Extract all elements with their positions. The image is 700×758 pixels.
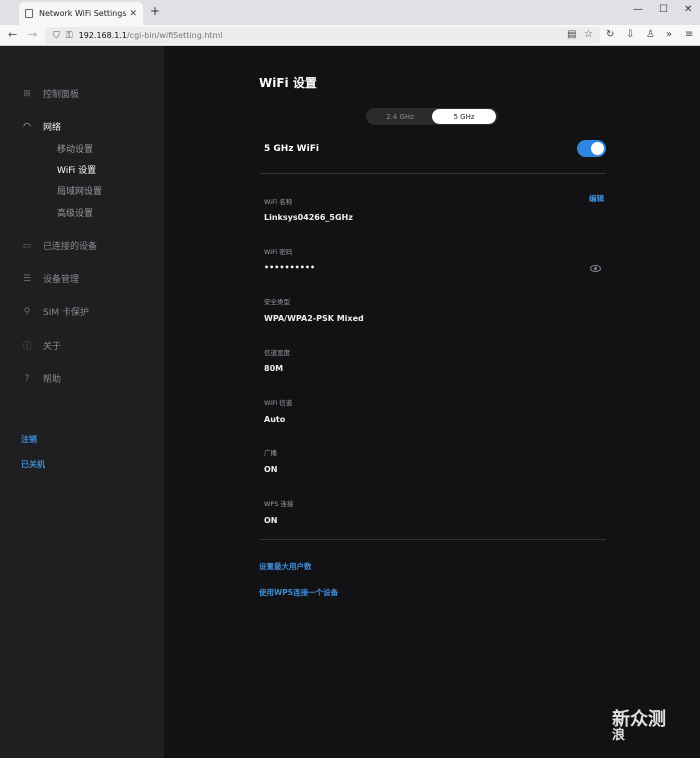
field-label-security: 安全类型 [264,298,290,306]
field-label-broadcast: 广播 [264,449,277,457]
tab-title: Network WiFi Settings [39,9,127,18]
account-icon[interactable]: ♙ [646,29,655,40]
toggle-knob [591,142,604,155]
field-label-password: WiFi 密码 [264,248,293,256]
field-label-ssid: WiFi 名称 [264,198,293,206]
sidebar-sub-wifi-settings[interactable]: WiFi 设置 [57,163,96,176]
url-path: /cgi-bin/wifiSetting.html [126,31,223,40]
wifi-icon: ◠ [23,121,31,132]
eye-icon[interactable] [590,265,601,272]
sidebar-item-help[interactable]: ? 帮助 [21,372,62,386]
sidebar: ⊞ 控制面板 ◠ 网络 移动设置 WiFi 设置 局域网设置 高级设置 ▭ 已连… [0,46,164,758]
new-tab-icon[interactable]: + [150,4,160,18]
devices-icon: ▭ [22,240,32,251]
sidebar-item-label: 关于 [43,342,62,352]
field-value-channel: Auto [264,415,286,424]
reader-icon[interactable]: ▤ [567,29,576,40]
sidebar-item-network[interactable]: ◠ 网络 [21,120,62,134]
field-value-broadcast: ON [264,465,278,474]
field-value-wps: ON [264,516,278,525]
max-users-link[interactable]: 设置最大用户数 [259,561,312,572]
forward-icon[interactable]: → [28,28,37,41]
divider [260,173,606,174]
watermark-char-2: 浪 [612,728,626,743]
field-label-channel-width: 信道宽度 [264,349,290,357]
sidebar-item-about[interactable]: ⓘ 关于 [21,339,61,352]
lock-icon[interactable]: ⚿ [66,31,73,41]
edit-link[interactable]: 编辑 [589,193,604,204]
sidebar-item-label: SIM 卡保护 [43,308,89,318]
address-bar-row: ← → ⛉ ⚿ 192.168.1.1/cgi-bin/wifiSetting.… [0,25,700,46]
maximize-icon[interactable]: ☐ [659,4,668,15]
band-option-2-4ghz[interactable]: 2.4 GHz [368,109,432,124]
divider [260,539,606,540]
shield-icon[interactable]: ⛉ [53,31,60,41]
help-icon: ? [24,373,30,384]
wps-connect-link[interactable]: 使用WPS连接一个设备 [259,587,338,598]
url-host: 192.168.1.1 [78,31,127,40]
logout-link[interactable]: 注销 [21,434,37,445]
sidebar-item-label: 控制面板 [43,90,80,100]
info-icon: ⓘ [22,342,32,352]
minimize-icon[interactable]: — [633,4,643,15]
band-selector: 2.4 GHz 5 GHz [366,108,498,125]
watermark: 新众测 浪 [612,709,666,744]
band-option-5ghz[interactable]: 5 GHz [432,109,496,124]
sidebar-item-device-management[interactable]: ☰ 设备管理 [21,272,80,286]
field-label-channel: WiFi 信道 [264,399,293,407]
sync-icon[interactable]: ↻ [606,29,614,40]
downloads-icon[interactable]: ⇩ [626,29,634,40]
sidebar-item-sim-protection[interactable]: ⚲ SIM 卡保护 [21,305,89,319]
wifi-toggle-label: 5 GHz WiFi [264,144,319,154]
shutdown-link[interactable]: 已关机 [21,459,45,470]
field-value-password: •••••••••• [264,263,316,272]
sidebar-sub-mobile-settings[interactable]: 移动设置 [57,142,93,155]
sidebar-item-dashboard[interactable]: ⊞ 控制面板 [21,87,80,101]
lock-icon: ⚲ [23,306,31,317]
field-label-wps: WPS 连接 [264,500,294,508]
main-panel: WiFi 设置 2.4 GHz 5 GHz 5 GHz WiFi 编辑 WiFi… [164,46,700,758]
page-title: WiFi 设置 [259,76,317,90]
watermark-char-3: 众测 [630,709,666,730]
bookmark-icon[interactable]: ☆ [584,29,593,40]
extensions-icon[interactable]: » [666,29,672,40]
page-icon [25,9,33,18]
sidebar-sub-lan-settings[interactable]: 局域网设置 [57,184,102,197]
field-value-security: WPA/WPA2-PSK Mixed [264,314,364,323]
sidebar-item-label: 帮助 [43,375,62,385]
browser-tab[interactable]: Network WiFi Settings ✕ [19,2,143,25]
browser-tab-strip: Network WiFi Settings ✕ + — ☐ ✕ [0,0,700,25]
wifi-toggle[interactable] [577,140,606,157]
sidebar-item-label: 设备管理 [43,275,80,285]
close-window-icon[interactable]: ✕ [684,4,692,15]
field-value-channel-width: 80M [264,364,284,373]
sidebar-sub-advanced-settings[interactable]: 高级设置 [57,206,93,219]
watermark-char-1: 新 [612,709,630,730]
dashboard-icon: ⊞ [23,88,31,99]
back-icon[interactable]: ← [8,28,17,41]
close-tab-icon[interactable]: ✕ [129,9,137,19]
field-value-ssid: Linksys04266_5GHz [264,213,353,222]
sidebar-item-label: 网络 [43,123,62,133]
sidebar-item-label: 已连接的设备 [43,242,98,252]
sidebar-item-connected-devices[interactable]: ▭ 已连接的设备 [21,239,98,253]
menu-icon[interactable]: ≡ [685,29,693,40]
sliders-icon: ☰ [22,273,32,284]
url-field[interactable]: ⛉ ⚿ 192.168.1.1/cgi-bin/wifiSetting.html [45,27,600,44]
